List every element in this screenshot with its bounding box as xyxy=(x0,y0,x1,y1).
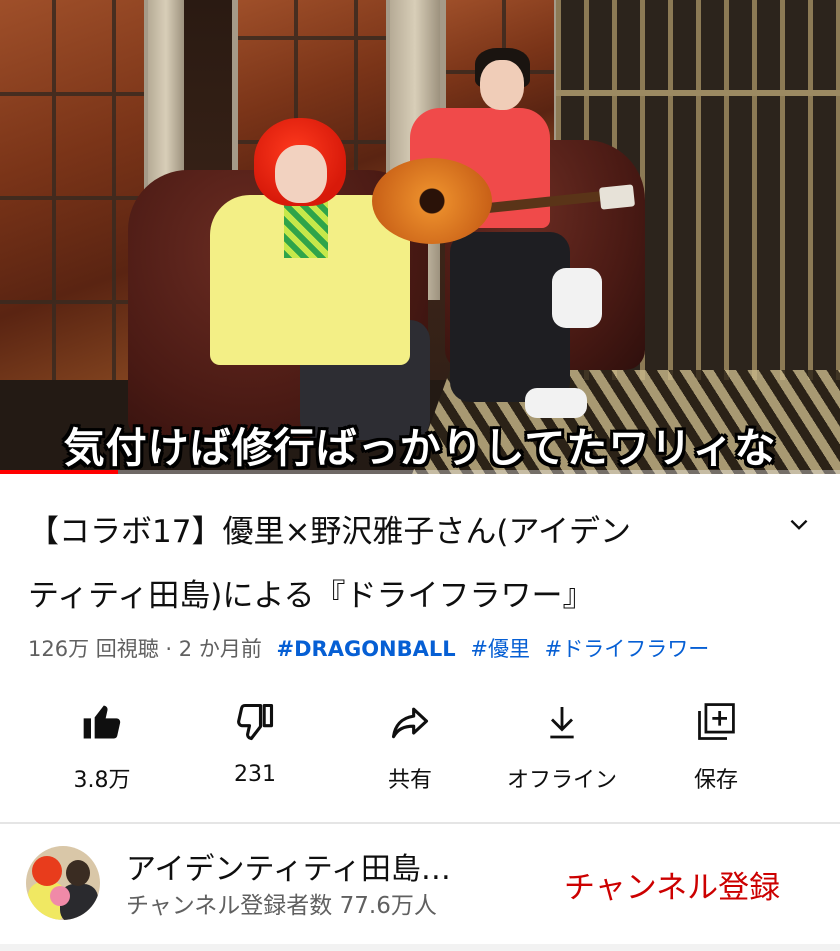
channel-avatar[interactable] xyxy=(26,846,100,920)
video-title-line: ティティ田島)による『ドライフラワー』 xyxy=(28,578,594,614)
like-count: 3.8万 xyxy=(73,768,131,793)
channel-name[interactable]: アイデンティティ田島… xyxy=(126,844,451,888)
share-label: 共有 xyxy=(387,768,432,793)
thumbs-up-filled-icon xyxy=(22,698,182,746)
video-title-line: 【コラボ17】優里×野沢雅子さん(アイデン xyxy=(28,514,631,550)
save-button[interactable]: 保存 xyxy=(636,698,796,794)
person-right-face xyxy=(480,60,524,110)
channel-row: アイデンティティ田島… チャンネル登録者数 77.6万人 チャンネル登録 xyxy=(0,826,840,936)
person-left-face xyxy=(275,145,327,203)
person-left-shirt xyxy=(284,198,328,258)
divider xyxy=(0,822,840,824)
progress-bar[interactable] xyxy=(0,470,840,474)
chevron-down-icon[interactable] xyxy=(786,512,812,538)
video-meta: 126万 回視聴 · 2 か月前 #DRAGONBALL #優里 #ドライフラワ… xyxy=(28,633,709,663)
add-to-playlist-icon xyxy=(636,698,796,746)
video-subtitle: 気付けば修行ばっかりしてたワリィな xyxy=(63,424,777,472)
guitar-head xyxy=(598,184,636,210)
share-button[interactable]: 共有 xyxy=(330,698,490,794)
video-title[interactable]: 【コラボ17】優里×野沢雅子さん(アイデン ティティ田島)による『ドライフラワー… xyxy=(28,500,748,628)
dislike-count: 231 xyxy=(234,762,276,787)
dislike-button[interactable]: 231 xyxy=(175,698,335,787)
sneaker xyxy=(552,268,602,328)
like-button[interactable]: 3.8万 xyxy=(22,698,182,794)
share-arrow-icon xyxy=(330,698,490,746)
subscriber-count: チャンネル登録者数 77.6万人 xyxy=(126,893,437,919)
hashtag-link[interactable]: #優里 xyxy=(470,637,530,661)
video-player[interactable]: 気付けば修行ばっかりしてたワリィな xyxy=(0,0,840,474)
offline-label: オフライン xyxy=(506,768,617,793)
hashtag-link[interactable]: #DRAGONBALL xyxy=(277,637,456,661)
action-bar: 3.8万 231 共有 オフライン 保存 xyxy=(0,698,840,798)
subscribe-button[interactable]: チャンネル登録 xyxy=(564,862,780,907)
save-label: 保存 xyxy=(693,768,738,793)
thumbs-down-icon xyxy=(175,698,335,746)
progress-bar-fill xyxy=(0,470,118,474)
hashtag-link[interactable]: #ドライフラワー xyxy=(545,637,710,661)
view-count-and-date: 126万 回視聴 · 2 か月前 xyxy=(28,637,262,661)
download-icon xyxy=(482,698,642,746)
guitar-body xyxy=(372,158,492,244)
divider xyxy=(0,944,840,951)
offline-download-button[interactable]: オフライン xyxy=(482,698,642,794)
